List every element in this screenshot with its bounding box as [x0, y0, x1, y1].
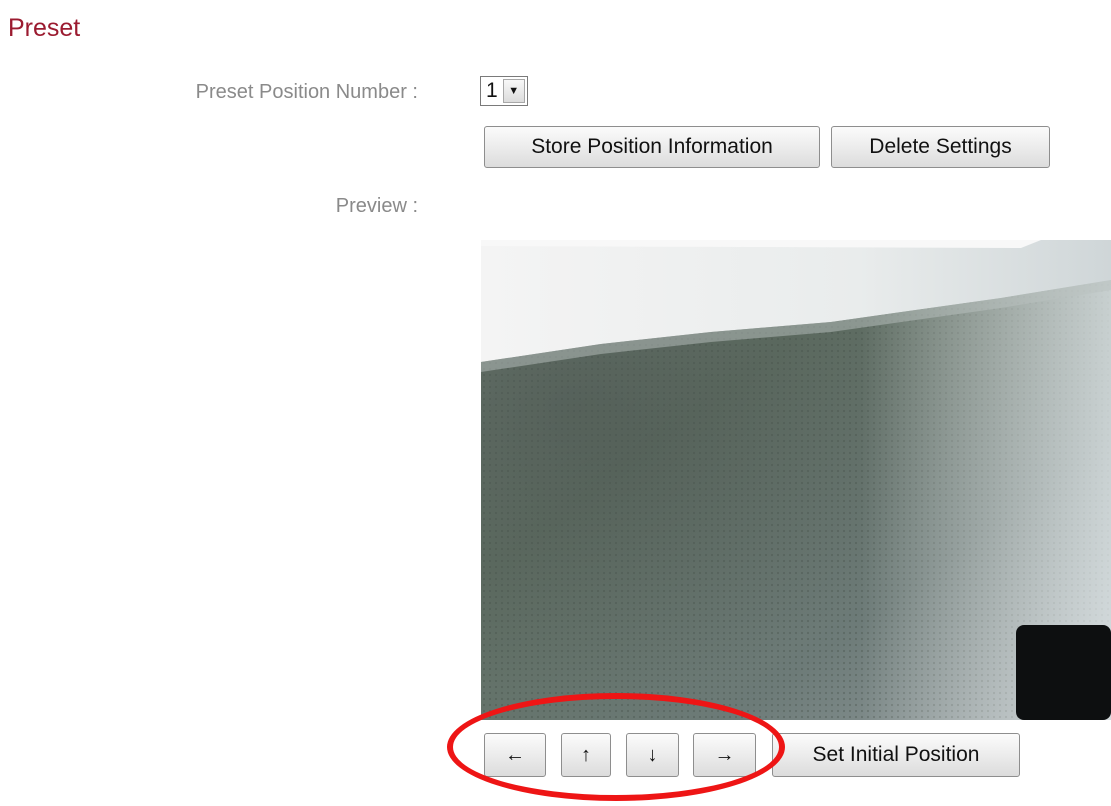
delete-settings-button[interactable]: Delete Settings: [831, 126, 1050, 168]
tilt-up-button[interactable]: ↑: [561, 733, 611, 777]
preset-position-number-label: Preset Position Number :: [195, 81, 418, 103]
pan-right-button[interactable]: →: [693, 733, 756, 777]
preset-settings-page: Preset Preset Position Number : 1 ▼ Stor…: [0, 0, 1111, 806]
preview-label: Preview :: [335, 195, 418, 217]
camera-preview-image: [481, 240, 1111, 720]
preset-position-number-value: 1: [486, 79, 498, 102]
pan-left-button[interactable]: ←: [484, 733, 546, 777]
preset-position-number-select[interactable]: 1 ▼: [480, 76, 528, 106]
chevron-down-icon[interactable]: ▼: [502, 79, 525, 103]
store-position-information-button[interactable]: Store Position Information: [484, 126, 820, 168]
section-title: Preset: [8, 14, 81, 42]
set-initial-position-button[interactable]: Set Initial Position: [772, 733, 1020, 777]
tilt-down-button[interactable]: ↓: [626, 733, 679, 777]
